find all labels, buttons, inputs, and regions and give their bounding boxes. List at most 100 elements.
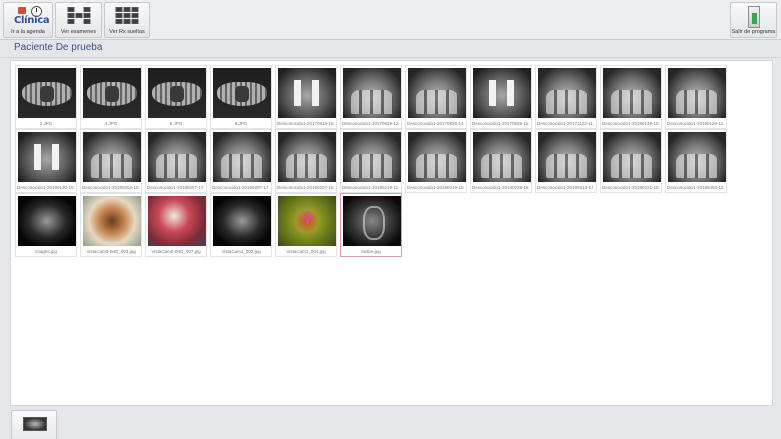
top-toolbar: Clínica Ir a la agenda Ver examenes Ver … xyxy=(0,0,781,40)
image-thumbnail xyxy=(213,132,271,182)
image-caption: 4.JPG xyxy=(104,121,118,126)
image-thumbnail xyxy=(278,132,336,182)
image-caption: Desconocido1-20180207-17.. xyxy=(147,185,205,190)
image-thumbnail xyxy=(668,132,726,182)
image-caption: Desconocido1-20170828-11.. xyxy=(472,121,530,126)
view-exams-button[interactable]: Ver examenes xyxy=(55,2,102,38)
view-loose-rx-label: Ver Rx sueltas xyxy=(109,29,145,35)
image-tile[interactable]: Desconocido1-20180130-10.. xyxy=(15,129,77,193)
image-thumbnail xyxy=(343,68,401,118)
image-tile[interactable]: 2.JPG xyxy=(15,65,77,129)
exit-door-icon xyxy=(748,6,760,28)
view-loose-rx-button[interactable]: Ver Rx sueltas xyxy=(104,2,150,38)
image-tile[interactable]: Desconocido1-20170828-11.. xyxy=(470,65,532,129)
exit-program-button[interactable]: Salir de programa xyxy=(730,2,777,38)
go-to-agenda-label: Ir a la agenda xyxy=(11,29,45,35)
image-tile[interactable]: VistaCam0-IMG_003.jpg xyxy=(80,193,142,257)
image-thumbnail xyxy=(473,68,531,118)
image-thumbnail xyxy=(148,196,206,246)
image-caption: Desconocido1-20180129-11.. xyxy=(667,121,725,126)
image-tile[interactable]: 4.JPG xyxy=(80,65,142,129)
image-thumbnail xyxy=(148,132,206,182)
image-tile[interactable]: Desconocido1-20180207-16.. xyxy=(275,129,337,193)
rx-grid-icon xyxy=(115,7,139,24)
clinica-logo-icon: Clínica xyxy=(12,6,50,28)
image-thumbnail xyxy=(18,132,76,182)
image-tile[interactable]: Desconocido1-20170815-15.. xyxy=(275,65,337,129)
image-tile[interactable]: 6.JPG xyxy=(145,65,207,129)
bottom-bar xyxy=(0,407,781,439)
image-caption: 2.JPG xyxy=(39,121,53,126)
image-tile[interactable]: VistaCam0-IMG_007.jpg xyxy=(145,193,207,257)
exit-program-label: Salir de programa xyxy=(731,29,776,35)
image-tile[interactable]: Desconocido1-20170828-14.. xyxy=(405,65,467,129)
image-tile[interactable]: VistaCam1_002.jpg xyxy=(210,193,272,257)
image-tile[interactable]: Desconocido1-20180129-10.. xyxy=(600,65,662,129)
image-caption: Desconocido1-20180129-10.. xyxy=(602,121,660,126)
image-caption: Desconocido1-20171123-11.. xyxy=(537,121,595,126)
view-exams-label: Ver examenes xyxy=(60,29,97,35)
image-caption: Desconocido1-20170828-14.. xyxy=(407,121,465,126)
image-thumbnail xyxy=(278,68,336,118)
image-tile[interactable]: Desconocido1-20180313-17.. xyxy=(535,129,597,193)
image-thumbnail xyxy=(343,196,401,246)
image-caption: Desconocido1-20180403-12.. xyxy=(667,185,725,190)
patient-name: Paciente De prueba xyxy=(14,42,103,53)
image-tile[interactable]: Desconocido1-20180321-10.. xyxy=(600,129,662,193)
image-caption: Desconocido1-20180202-10.. xyxy=(82,185,140,190)
image-thumbnail xyxy=(83,196,141,246)
image-tile[interactable]: Desconocido1-20180219-11.. xyxy=(340,129,402,193)
image-caption: Desconocido1-20180321-10.. xyxy=(602,185,660,190)
image-caption: images.jpg xyxy=(35,249,57,254)
image-tile[interactable]: VistaCam1_004.jpg xyxy=(275,193,337,257)
image-thumbnail xyxy=(213,196,271,246)
image-tile[interactable]: 8.JPG xyxy=(210,65,272,129)
xray-thumbnail-icon xyxy=(23,417,47,431)
image-caption: Desconocido1-20170829-12.. xyxy=(342,121,400,126)
patient-header: Paciente De prueba xyxy=(0,40,781,58)
image-tile[interactable]: Desconocido1-20180202-10.. xyxy=(80,129,142,193)
image-caption: Desconocido1-20180219-10.. xyxy=(407,185,465,190)
image-tile[interactable]: Desconocido1-20180207-17.. xyxy=(145,129,207,193)
image-caption: 6.JPG xyxy=(169,121,183,126)
image-tile[interactable]: Desconocido1-20180219-10.. xyxy=(405,129,467,193)
image-thumbnail xyxy=(408,68,466,118)
image-caption: Desconocido1-20180313-17.. xyxy=(537,185,595,190)
image-thumbnail xyxy=(83,68,141,118)
image-caption: VistaCam1_004.jpg xyxy=(286,249,326,254)
image-thumbnail xyxy=(538,68,596,118)
image-caption: Desconocido1-20170815-15.. xyxy=(277,121,335,126)
image-caption: Desconocido1-20180130-10.. xyxy=(17,185,75,190)
image-tile[interactable]: Desconocido1-20171123-11.. xyxy=(535,65,597,129)
image-thumbnail xyxy=(473,132,531,182)
image-caption: VistaCam0-IMG_007.jpg xyxy=(151,249,201,254)
image-tile[interactable]: Indice.jpg xyxy=(340,193,402,257)
logo-text: Clínica xyxy=(14,15,50,26)
image-caption: Desconocido1-20180228-16.. xyxy=(472,185,530,190)
image-tile[interactable]: Desconocido1-20170829-12.. xyxy=(340,65,402,129)
image-tile[interactable]: Desconocido1-20180207-17.. xyxy=(210,129,272,193)
image-thumbnail xyxy=(213,68,271,118)
image-thumbnail xyxy=(278,196,336,246)
image-thumbnail xyxy=(603,132,661,182)
image-tile[interactable]: images.jpg xyxy=(15,193,77,257)
image-thumbnail xyxy=(603,68,661,118)
image-caption: Desconocido1-20180207-16.. xyxy=(277,185,335,190)
exams-grid-icon xyxy=(67,7,90,24)
image-thumbnail xyxy=(18,68,76,118)
image-caption: 8.JPG xyxy=(234,121,248,126)
image-tile[interactable]: Desconocido1-20180403-12.. xyxy=(665,129,727,193)
image-tile[interactable]: Desconocido1-20180129-11.. xyxy=(665,65,727,129)
image-gallery: 2.JPG 4.JPG 6.JPG 8.JPG Desconocido1-2017081… xyxy=(10,60,773,406)
image-thumbnail xyxy=(408,132,466,182)
image-thumbnail xyxy=(148,68,206,118)
image-thumbnail xyxy=(18,196,76,246)
image-caption: VistaCam1_002.jpg xyxy=(221,249,261,254)
view-rx-button[interactable] xyxy=(11,410,57,439)
image-caption: Desconocido1-20180219-11.. xyxy=(342,185,400,190)
image-thumbnail xyxy=(538,132,596,182)
image-thumbnail xyxy=(668,68,726,118)
image-tile[interactable]: Desconocido1-20180228-16.. xyxy=(470,129,532,193)
image-thumbnail xyxy=(343,132,401,182)
go-to-agenda-button[interactable]: Clínica Ir a la agenda xyxy=(3,2,53,38)
